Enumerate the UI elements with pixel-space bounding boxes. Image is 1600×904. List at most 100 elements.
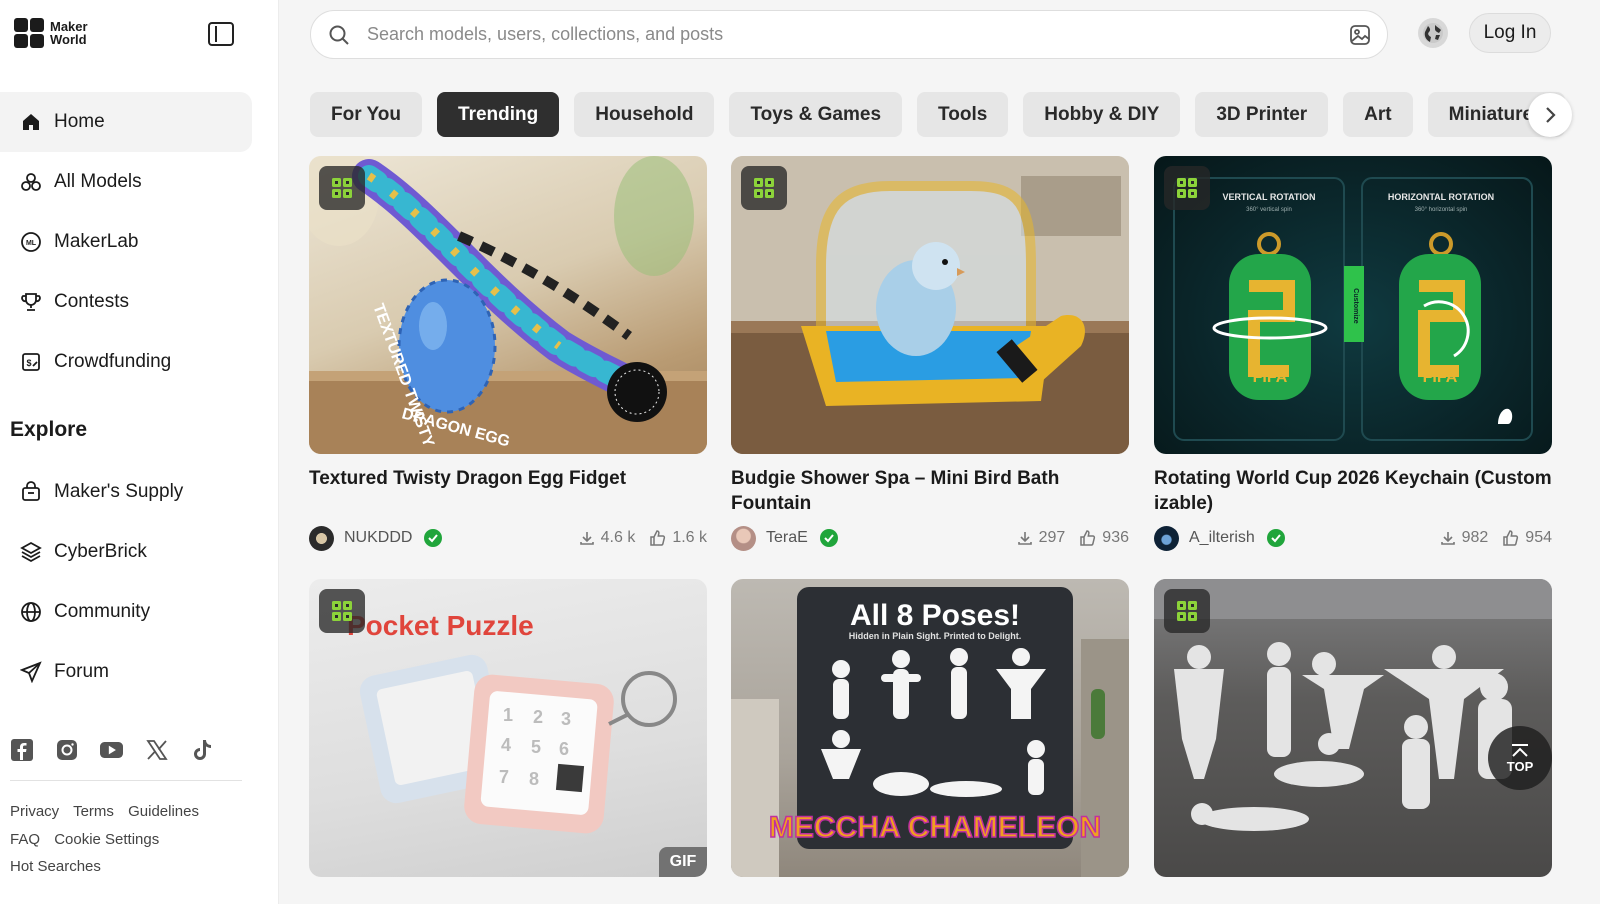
tab-trending[interactable]: Trending (437, 92, 560, 137)
sidebar-item-label: MakerLab (54, 231, 139, 252)
model-stats: 4.6 k 1.6 k (571, 529, 707, 547)
model-thumbnail[interactable]: Customize VERTICAL ROTATION 360° vertica… (1154, 156, 1552, 454)
login-button[interactable]: Log In (1469, 13, 1551, 53)
back-to-top-button[interactable]: TOP (1488, 726, 1552, 790)
sidebar-item-label: Maker's Supply (54, 481, 184, 502)
download-count: 982 (1461, 529, 1489, 546)
avatar[interactable] (731, 525, 756, 551)
privacy-link[interactable]: Privacy (10, 803, 59, 820)
horizontal-rotation-sub: 360° horizontal spin (1415, 207, 1468, 213)
brand-logo[interactable]: Maker World (14, 18, 88, 48)
send-icon (20, 661, 42, 683)
keychain-image: Customize VERTICAL ROTATION 360° vertica… (1173, 177, 1533, 441)
sidebar: Maker World Home All Models ML MakerLab (0, 0, 279, 904)
model-title[interactable]: Textured Twisty Dragon Egg Fidget (309, 466, 707, 516)
model-card[interactable]: All 8 Poses! Hidden in Plain Sight. Prin… (731, 579, 1129, 877)
figurines-image (1154, 579, 1552, 831)
svg-text:ML: ML (26, 240, 37, 247)
faq-link[interactable]: FAQ (10, 831, 40, 848)
model-card[interactable]: Budgie Shower Spa – Mini Bird Bath Fount… (731, 156, 1129, 552)
sidebar-item-community[interactable]: Community (0, 582, 279, 642)
instagram-icon[interactable] (55, 738, 78, 761)
home-icon (20, 111, 42, 133)
facebook-icon[interactable] (10, 738, 33, 761)
sidebar-item-all-models[interactable]: All Models (0, 152, 279, 212)
model-stats: 982 954 (1432, 529, 1552, 547)
chevron-right-icon (1546, 107, 1556, 123)
model-title[interactable]: Budgie Shower Spa – Mini Bird Bath Fount… (731, 466, 1129, 516)
model-thumbnail[interactable]: TEXTURED TWISTY DRAGON EGG (309, 156, 707, 454)
author-name[interactable]: NUKDDD (344, 529, 412, 547)
like-count: 954 (1525, 529, 1552, 546)
download-icon (579, 532, 594, 545)
verified-badge-icon (819, 529, 838, 547)
tiktok-icon[interactable] (190, 738, 213, 761)
sidebar-item-forum[interactable]: Forum (0, 642, 279, 702)
search-input[interactable] (367, 11, 1327, 58)
makerlab-badge-icon (741, 166, 787, 210)
author-name[interactable]: TeraE (766, 529, 808, 547)
sidebar-item-label: Community (54, 601, 151, 622)
svg-text:1: 1 (503, 705, 513, 725)
makerlab-icon: ML (20, 231, 42, 253)
tab-toys-games[interactable]: Toys & Games (729, 92, 903, 137)
model-thumbnail[interactable] (731, 156, 1129, 454)
like-count: 936 (1102, 529, 1129, 546)
poses-image: All 8 Poses! Hidden in Plain Sight. Prin… (731, 587, 1129, 877)
model-thumbnail[interactable]: Pocket Puzzle 123 456 78 GIF (309, 579, 707, 877)
svg-text:4: 4 (501, 735, 511, 755)
search-icon[interactable] (328, 24, 350, 51)
image-subheadline: Hidden in Plain Sight. Printed to Deligh… (849, 631, 1022, 641)
model-thumbnail[interactable]: All 8 Poses! Hidden in Plain Sight. Prin… (731, 579, 1129, 877)
tab-household[interactable]: Household (574, 92, 715, 137)
thumbs-up-icon (1080, 530, 1096, 546)
model-meta: TeraE 297 936 (731, 524, 1129, 552)
tab-tools[interactable]: Tools (917, 92, 1009, 137)
sidebar-item-home[interactable]: Home (0, 92, 252, 152)
image-headline: All 8 Poses! (850, 599, 1020, 632)
guidelines-link[interactable]: Guidelines (128, 803, 199, 820)
tab-for-you[interactable]: For You (310, 92, 423, 137)
vertical-rotation-label: VERTICAL ROTATION (1223, 192, 1316, 202)
search-bar (310, 10, 1388, 59)
sidebar-item-contests[interactable]: Contests (0, 272, 279, 332)
terms-link[interactable]: Terms (73, 803, 114, 820)
tab-art[interactable]: Art (1343, 92, 1413, 137)
model-thumbnail[interactable] (1154, 579, 1552, 877)
arrow-up-icon (1512, 743, 1528, 757)
youtube-icon[interactable] (100, 738, 123, 761)
sidebar-item-cyberbrick[interactable]: CyberBrick (0, 522, 279, 582)
svg-text:2: 2 (533, 707, 543, 727)
cookie-settings-link[interactable]: Cookie Settings (54, 831, 159, 848)
sidebar-item-crowdfunding[interactable]: $ Crowdfunding (0, 332, 279, 392)
model-card[interactable]: Pocket Puzzle 123 456 78 GIF (309, 579, 707, 877)
horizontal-rotation-label: HORIZONTAL ROTATION (1388, 192, 1494, 202)
tab-hobby-diy[interactable]: Hobby & DIY (1023, 92, 1181, 137)
vertical-rotation-sub: 360° vertical spin (1246, 207, 1292, 213)
avatar[interactable] (309, 525, 334, 551)
sidebar-item-label: CyberBrick (54, 541, 147, 562)
sidebar-item-makers-supply[interactable]: Maker's Supply (0, 462, 279, 522)
brand-line2: World (50, 32, 87, 47)
explore-heading: Explore (10, 418, 88, 441)
avatar[interactable] (1154, 525, 1179, 551)
tab-3d-printer[interactable]: 3D Printer (1195, 92, 1329, 137)
x-twitter-icon[interactable] (145, 738, 168, 761)
model-card[interactable] (1154, 579, 1552, 877)
model-card[interactable]: Customize VERTICAL ROTATION 360° vertica… (1154, 156, 1552, 552)
category-tabs: For You Trending Household Toys & Games … (310, 92, 1568, 137)
verified-badge-icon (1266, 529, 1285, 547)
language-globe-icon[interactable] (1418, 18, 1448, 48)
tabs-next-button[interactable] (1528, 93, 1572, 137)
verified-badge-icon (424, 529, 443, 547)
hot-searches-link[interactable]: Hot Searches (10, 858, 101, 875)
model-title[interactable]: Rotating World Cup 2026 Keychain (Custom… (1154, 466, 1552, 516)
model-card[interactable]: TEXTURED TWISTY DRAGON EGG Textured Twis… (309, 156, 707, 552)
sidebar-item-makerlab[interactable]: ML MakerLab (0, 212, 279, 272)
sidebar-toggle-icon[interactable] (208, 22, 234, 46)
customize-label: Customize (1352, 288, 1359, 324)
image-search-icon[interactable] (1349, 24, 1371, 51)
author-name[interactable]: A_ilterish (1189, 529, 1255, 547)
svg-text:5: 5 (531, 737, 541, 757)
thumbs-up-icon (650, 530, 666, 546)
